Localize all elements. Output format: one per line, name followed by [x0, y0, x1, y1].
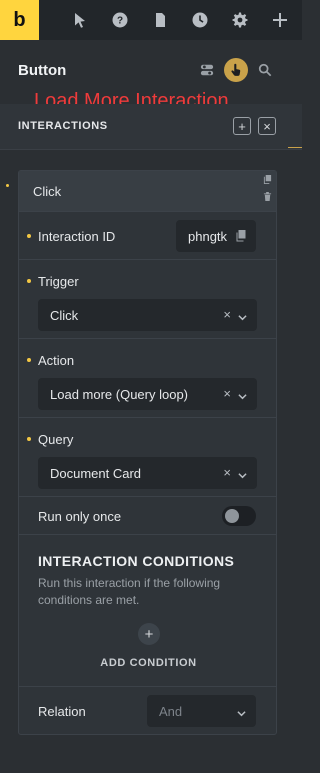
logo-text: b [13, 8, 26, 31]
trigger-row: Trigger Click × [19, 260, 276, 339]
chevron-down-icon[interactable] [237, 706, 246, 717]
toggle-settings-icon[interactable] [196, 59, 218, 81]
relation-label: Relation [38, 704, 86, 719]
help-icon[interactable]: ? [100, 0, 140, 40]
add-interaction-button[interactable]: + [233, 117, 251, 135]
query-value: Document Card [50, 465, 142, 481]
panel-edge-marker [288, 147, 302, 148]
query-row: Query Document Card × [19, 418, 276, 497]
copy-icon[interactable] [263, 175, 272, 184]
required-dot [27, 234, 31, 238]
trigger-select[interactable]: Click × [38, 299, 257, 331]
cursor-icon[interactable] [60, 0, 100, 40]
interaction-id-value: phngtk [188, 228, 228, 244]
action-select[interactable]: Load more (Query loop) × [38, 378, 257, 410]
chevron-down-icon[interactable] [238, 468, 247, 479]
clear-icon[interactable]: × [223, 465, 231, 480]
clear-icon[interactable]: × [223, 386, 231, 401]
action-row: Action Load more (Query loop) × [19, 339, 276, 418]
required-dot [27, 358, 31, 362]
interactions-section-header: INTERACTIONS + × [0, 104, 302, 150]
query-select[interactable]: Document Card × [38, 457, 257, 489]
clear-icon[interactable]: × [223, 307, 231, 322]
svg-text:?: ? [117, 16, 123, 27]
toggle-knob [225, 509, 239, 523]
gear-icon[interactable] [220, 0, 260, 40]
query-label: Query [38, 432, 74, 447]
copy-id-icon[interactable] [236, 230, 246, 242]
plus-icon[interactable] [260, 0, 300, 40]
relation-row: Relation And [19, 687, 276, 735]
page-icon[interactable] [140, 0, 180, 40]
chevron-down-icon[interactable] [238, 310, 247, 321]
required-dot [27, 437, 31, 441]
close-section-button[interactable]: × [258, 117, 276, 135]
interactions-icon[interactable] [224, 58, 248, 82]
trash-icon[interactable] [263, 192, 272, 201]
relation-placeholder: And [159, 703, 183, 719]
top-toolbar: b ? [0, 0, 302, 40]
interaction-header-label: Click [33, 183, 62, 199]
conditions-title: INTERACTION CONDITIONS [38, 553, 235, 569]
chevron-down-icon[interactable] [238, 389, 247, 400]
interaction-id-label: Interaction ID [38, 229, 116, 244]
add-condition-button[interactable]: ADD CONDITION [19, 657, 278, 669]
panel-title: Button [18, 62, 67, 79]
required-dot [27, 279, 31, 283]
search-icon[interactable] [254, 59, 276, 81]
trigger-label: Trigger [38, 274, 79, 289]
relation-select[interactable]: And [147, 695, 256, 727]
conditions-description: Run this interaction if the following co… [38, 576, 221, 607]
interaction-conditions: INTERACTION CONDITIONS Run this interact… [19, 535, 276, 687]
action-value: Load more (Query loop) [50, 386, 189, 402]
card-side-icons [263, 175, 272, 201]
run-once-label: Run only once [38, 509, 122, 524]
panel-header-icons [196, 58, 276, 82]
section-title: INTERACTIONS [18, 120, 108, 132]
interaction-id-row: Interaction ID phngtk [19, 212, 276, 260]
trigger-value: Click [50, 307, 79, 323]
action-label: Action [38, 353, 75, 368]
interaction-header[interactable]: Click [19, 171, 276, 212]
interaction-card: Click Interaction ID phngtk Trigger Clic… [18, 170, 277, 735]
edge-dot [6, 184, 9, 187]
run-once-toggle[interactable] [222, 506, 256, 526]
add-condition-icon[interactable]: + [138, 623, 160, 645]
run-once-row: Run only once [19, 497, 276, 535]
history-icon[interactable] [180, 0, 220, 40]
interaction-id-field[interactable]: phngtk [176, 220, 256, 252]
builder-logo[interactable]: b [0, 0, 39, 40]
